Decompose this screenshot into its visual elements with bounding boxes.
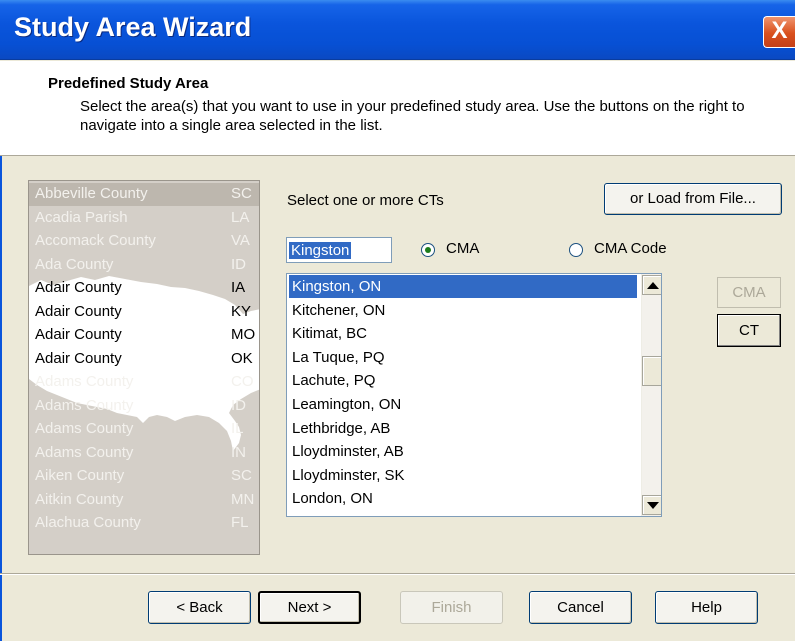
cma-list-item[interactable]: Lloydminster, SK bbox=[289, 464, 637, 487]
county-list-item: Aitkin County MN bbox=[35, 489, 257, 512]
cma-list-item[interactable]: Kingston, ON bbox=[289, 275, 637, 298]
county-name: Adams County bbox=[35, 373, 134, 390]
back-button[interactable]: < Back bbox=[148, 591, 251, 624]
cma-list-item[interactable]: Kitimat, BC bbox=[289, 322, 637, 345]
county-state: CO bbox=[231, 373, 254, 390]
scroll-down-button[interactable] bbox=[642, 495, 661, 515]
county-list-item: Adams County ID bbox=[35, 395, 257, 418]
county-state: MN bbox=[231, 490, 255, 508]
county-name: Abbeville County bbox=[35, 185, 148, 202]
close-button[interactable]: X bbox=[763, 16, 795, 48]
cma-list-item[interactable]: La Tuque, PQ bbox=[289, 346, 637, 369]
county-name: Adams County bbox=[35, 396, 134, 414]
cma-listbox[interactable]: Kingston, ON Kitchener, ON Kitimat, BC La T… bbox=[286, 273, 662, 517]
nav-ct-button[interactable]: CT bbox=[717, 314, 781, 347]
load-from-file-button[interactable]: or Load from File... bbox=[604, 183, 782, 215]
header-description: Select the area(s) that you want to use … bbox=[80, 98, 745, 134]
footer-divider bbox=[0, 573, 795, 575]
county-name: Adair County bbox=[35, 279, 122, 296]
radio-cma[interactable] bbox=[421, 243, 435, 257]
search-input[interactable]: Kingston bbox=[286, 237, 392, 263]
help-button[interactable]: Help bbox=[655, 591, 758, 624]
county-state: SC bbox=[231, 467, 252, 484]
county-state: VA bbox=[231, 232, 250, 249]
county-name: Adair County bbox=[35, 326, 122, 343]
county-state: IN bbox=[231, 443, 246, 461]
county-name: Aiken County bbox=[35, 467, 125, 484]
county-state: LA bbox=[231, 208, 250, 226]
county-name: Adair County bbox=[35, 349, 122, 367]
county-state: ID bbox=[231, 396, 246, 414]
county-name: Adams County bbox=[35, 420, 134, 437]
county-name: Alachua County bbox=[35, 514, 141, 531]
county-list-item: Adair County OK bbox=[35, 348, 257, 371]
header-title: Predefined Study Area bbox=[48, 75, 209, 92]
county-list-item: Alachua County FL bbox=[35, 512, 257, 535]
county-state: ID bbox=[231, 255, 246, 273]
nav-cma-button[interactable]: CMA bbox=[717, 277, 781, 308]
title-bar[interactable]: Study Area Wizard X bbox=[0, 0, 795, 60]
county-name: Accomack County bbox=[35, 232, 156, 249]
county-list-item: Aiken County SC bbox=[35, 465, 257, 488]
scroll-up-button[interactable] bbox=[642, 275, 661, 295]
county-state: KY bbox=[231, 302, 252, 320]
select-prompt: Select one or more CTs bbox=[287, 192, 444, 209]
county-name: Aitkin County bbox=[35, 490, 124, 508]
county-list-item: Adams County IL bbox=[35, 418, 257, 441]
cma-list-item[interactable]: Leamington, ON bbox=[289, 393, 637, 416]
county-list-item: Adair County KY bbox=[35, 301, 257, 324]
county-state: SC bbox=[231, 185, 252, 202]
cma-list-item[interactable]: Kitchener, ON bbox=[289, 299, 637, 322]
county-list-item: Adams County CO bbox=[35, 371, 257, 394]
wizard-header: Predefined Study Area Select the area(s)… bbox=[0, 61, 795, 156]
county-state: OK bbox=[231, 349, 253, 367]
side-illustration-panel: Abbeville County SC Acadia Parish LA Accomac… bbox=[28, 180, 260, 555]
cma-list-item[interactable]: Lethbridge, AB bbox=[289, 417, 637, 440]
finish-button[interactable]: Finish bbox=[400, 591, 503, 624]
search-input-value: Kingston bbox=[289, 242, 352, 259]
cancel-button[interactable]: Cancel bbox=[529, 591, 632, 624]
county-state: IL bbox=[231, 420, 244, 437]
arrow-up-icon bbox=[647, 282, 659, 289]
county-list-item: Accomack County VA bbox=[35, 230, 257, 253]
county-list-item: Abbeville County SC bbox=[29, 183, 259, 206]
close-icon: X bbox=[771, 17, 788, 44]
cma-list-item[interactable]: Lachute, PQ bbox=[289, 369, 637, 392]
scroll-thumb[interactable] bbox=[642, 356, 661, 386]
county-name: Acadia Parish bbox=[35, 208, 128, 226]
radio-cma-code[interactable] bbox=[569, 243, 583, 257]
county-list-item: Ada County ID bbox=[35, 254, 257, 277]
radio-cma-code-label[interactable]: CMA Code bbox=[594, 240, 667, 257]
arrow-down-icon bbox=[647, 502, 659, 509]
county-list-item: Adams County IN bbox=[35, 442, 257, 465]
county-state: IA bbox=[231, 279, 246, 296]
cma-list-item[interactable]: London, ON bbox=[289, 487, 637, 510]
county-state: FL bbox=[231, 514, 249, 531]
county-name: Adams County bbox=[35, 443, 134, 461]
county-name: Adair County bbox=[35, 302, 122, 320]
cma-list-item[interactable]: Lloydminster, AB bbox=[289, 440, 637, 463]
county-list-item: Acadia Parish LA bbox=[35, 207, 257, 230]
window-title: Study Area Wizard bbox=[14, 12, 252, 42]
radio-cma-label[interactable]: CMA bbox=[446, 240, 479, 257]
next-button[interactable]: Next > bbox=[258, 591, 361, 624]
county-list-item: Adair County MO bbox=[35, 324, 257, 347]
county-name: Ada County bbox=[35, 255, 114, 273]
county-state: MO bbox=[231, 326, 256, 343]
list-scrollbar[interactable] bbox=[641, 274, 661, 516]
county-list-item: Adair County IA bbox=[35, 277, 257, 300]
